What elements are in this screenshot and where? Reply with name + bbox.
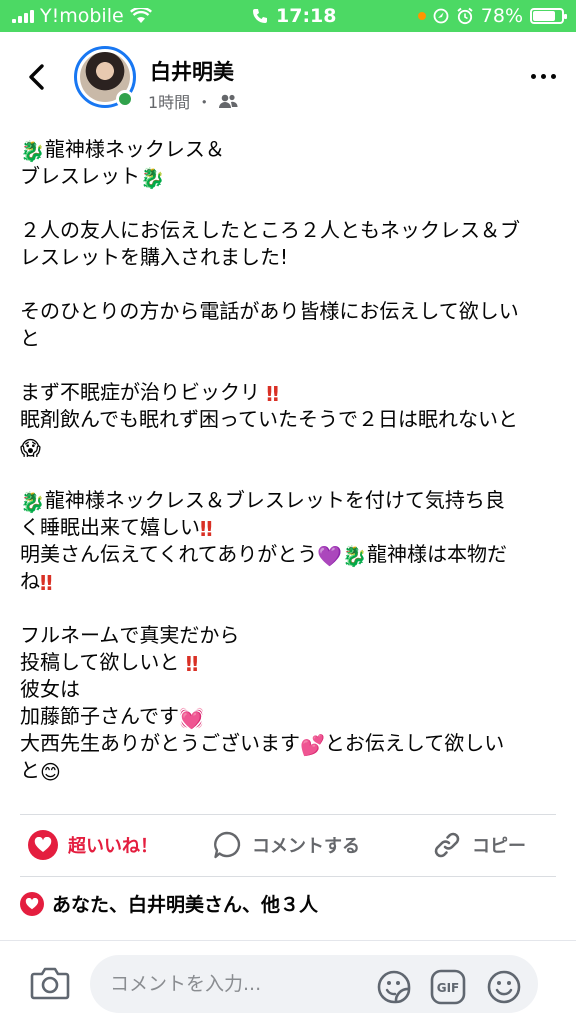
post-header: 白井明美 1時間 ・: [0, 32, 576, 122]
post-line: 投稿して欲しいと ‼: [20, 650, 199, 676]
battery-percent: 78%: [480, 5, 523, 27]
post-line: く睡眠出来て嬉しい‼: [20, 515, 213, 541]
back-arrow-icon[interactable]: [22, 62, 52, 92]
recording-indicator-icon: [417, 12, 426, 20]
post-line: 🐉龍神様ネックレス＆: [20, 137, 225, 163]
divider: [20, 876, 556, 877]
double-exclamation-icon: ‼: [185, 652, 199, 676]
copy-label: コピー: [472, 836, 526, 857]
battery-icon: [530, 8, 567, 24]
post-line: ね‼: [20, 569, 53, 595]
sticker-icon[interactable]: [376, 969, 412, 1005]
post-line: 大西先生ありがとうございます💕とお伝えして欲しい: [20, 731, 505, 757]
post-line: と😊: [20, 758, 61, 784]
post-line: まず不眠症が治りビックリ ‼: [20, 380, 279, 406]
signal-icon: [12, 9, 34, 23]
emoji-icon[interactable]: [486, 969, 522, 1005]
post-line: フルネームで真実だから: [20, 623, 240, 647]
scream-emoji-icon: 😱: [20, 436, 41, 460]
two-hearts-icon: 💕: [300, 733, 325, 757]
double-exclamation-icon: ‼: [40, 571, 53, 595]
comment-bubble-icon: [214, 831, 241, 859]
author-name[interactable]: 白井明美: [150, 56, 234, 86]
link-icon: [434, 832, 460, 858]
online-status-dot: [116, 90, 134, 108]
post-line: ブレスレット🐉: [20, 164, 165, 190]
comment-input[interactable]: [90, 955, 538, 1013]
post-line: 🐉龍神様ネックレス＆ブレスレットを付けて気持ち良: [20, 488, 505, 514]
meta-separator: ・: [196, 93, 213, 112]
more-options-icon[interactable]: [531, 74, 556, 79]
heart-icon: [28, 830, 58, 860]
dragon-emoji-icon: 🐉: [342, 544, 368, 568]
love-reaction-button[interactable]: 超いいね！: [28, 830, 158, 860]
camera-icon[interactable]: [30, 965, 70, 1001]
post-line: ２人の友人にお伝えしたところ２人ともネックレス＆ブ: [20, 218, 520, 242]
love-reaction-label: 超いいね！: [68, 836, 158, 857]
post-line: 眠剤飲んでも眠れず困っていたそうで２日は眠れないと: [20, 407, 518, 431]
post-line: 彼女は: [20, 677, 80, 701]
wifi-icon: [129, 8, 152, 23]
comment-button[interactable]: コメントする: [212, 830, 360, 860]
copy-link-button[interactable]: コピー: [432, 830, 526, 860]
divider: [20, 814, 556, 815]
smile-emoji-icon: 😊: [40, 760, 61, 784]
purple-heart-icon: 💜: [317, 544, 343, 568]
gif-icon[interactable]: GIF: [430, 969, 466, 1005]
post-line: と: [20, 326, 40, 350]
post-line: 明美さん伝えてくれてありがとう💜🐉龍神様は本物だ: [20, 542, 508, 568]
heart-reaction-icon: [20, 891, 44, 916]
heartbeat-icon: 💓: [179, 706, 204, 730]
post-line: そのひとりの方から電話があり皆様にお伝えして欲しい: [20, 299, 519, 323]
friends-audience-icon: [219, 94, 238, 108]
double-exclamation-icon: ‼: [266, 382, 279, 406]
post-line: レスレットを購入されました!: [20, 245, 289, 269]
double-exclamation-icon: ‼: [200, 517, 213, 541]
post-time[interactable]: 1時間: [148, 89, 190, 113]
carrier-label: Y!mobile: [40, 5, 124, 27]
post-line: 加藤節子さんです💓: [20, 704, 204, 730]
status-bar: Y!mobile 17:18 78%: [0, 0, 576, 32]
reactions-summary[interactable]: あなた、白井明美さん、他３人: [20, 890, 318, 917]
clock-time: 17:18: [276, 5, 337, 27]
dragon-emoji-icon: 🐉: [20, 139, 45, 163]
alarm-icon: [457, 7, 473, 25]
dragon-emoji-icon: 🐉: [140, 166, 165, 190]
post-meta: 1時間 ・: [148, 89, 238, 113]
svg-text:GIF: GIF: [437, 981, 460, 995]
post-line: 😱: [20, 433, 560, 460]
dragon-emoji-icon: 🐉: [20, 490, 45, 514]
action-bar: 超いいね！ コメントする コピー: [0, 816, 576, 874]
phone-icon: [253, 9, 267, 23]
comment-label: コメントする: [252, 836, 360, 857]
location-icon: [433, 8, 449, 24]
reactions-text: あなた、白井明美さん、他３人: [52, 894, 319, 916]
post-body: 🐉龍神様ネックレス＆ ブレスレット🐉 ２人の友人にお伝えしたところ２人ともネック…: [20, 136, 560, 784]
comment-composer: GIF: [0, 940, 576, 1024]
